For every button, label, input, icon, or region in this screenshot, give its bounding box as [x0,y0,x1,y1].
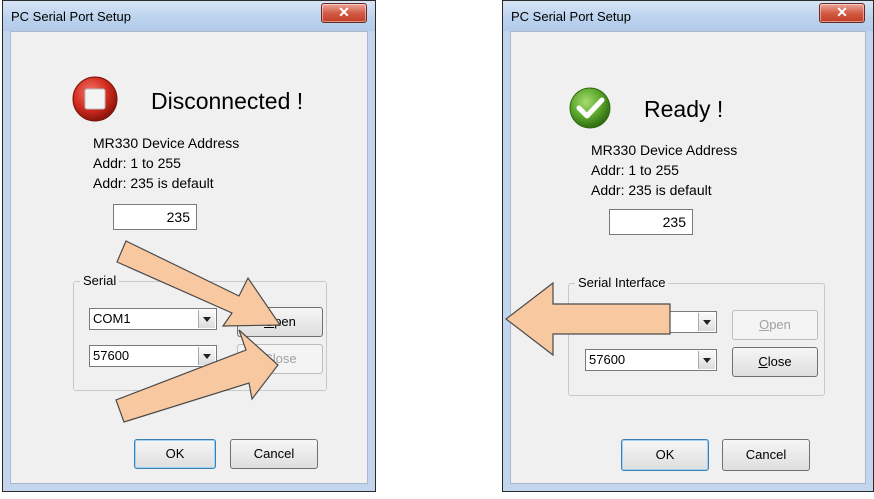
close-icon: ✕ [338,4,350,20]
cancel-button[interactable]: Cancel [230,439,318,469]
window-frame-left [3,31,10,491]
window-frame-bottom [3,484,375,491]
serial-interface-group: Serial Interface 57600 Open Close [568,275,825,396]
dialog-pc-serial-port-setup-disconnected: PC Serial Port Setup ✕ Disconnected ! MR… [2,0,376,492]
com-port-select[interactable] [585,311,717,333]
info-line: Addr: 235 is default [93,175,214,191]
check-icon [569,87,611,129]
com-port-value: COM1 [93,311,131,326]
device-address-input[interactable]: 235 [113,204,197,230]
device-address-info: MR330 Device Address Addr: 1 to 255 Addr… [591,140,737,200]
serial-interface-label: Serial Interface [575,275,669,290]
close-port-button[interactable]: Close [237,344,323,374]
close-window-button[interactable]: ✕ [321,3,367,23]
info-line: Addr: 1 to 255 [591,162,679,178]
title-bar: PC Serial Port Setup ✕ [503,1,873,31]
window-frame-right [368,31,375,491]
dialog-client-area: Ready ! MR330 Device Address Addr: 1 to … [510,31,866,484]
info-line: MR330 Device Address [93,135,240,151]
info-line: Addr: 235 is default [591,182,712,198]
window-frame-right [866,31,873,491]
baud-rate-select[interactable]: 57600 [585,349,717,371]
device-address-input[interactable]: 235 [609,209,693,235]
ok-button[interactable]: OK [134,439,216,469]
close-icon: ✕ [836,4,848,20]
serial-interface-label: Serial [80,273,120,288]
chevron-down-icon[interactable] [198,347,215,365]
window-title: PC Serial Port Setup [11,9,131,24]
title-bar: PC Serial Port Setup ✕ [3,1,375,31]
dialog-pc-serial-port-setup-ready: PC Serial Port Setup ✕ Ready ! MR330 Dev… [502,0,874,492]
info-line: Addr: 1 to 255 [93,155,181,171]
window-frame-left [503,31,510,491]
baud-rate-value: 57600 [93,348,130,363]
open-port-button[interactable]: Open [732,310,818,340]
connection-status-text: Ready ! [644,96,724,122]
close-port-button[interactable]: Close [732,347,818,377]
cancel-button[interactable]: Cancel [722,439,810,471]
close-window-button[interactable]: ✕ [819,3,865,23]
ok-button[interactable]: OK [621,439,709,471]
info-line: MR330 Device Address [591,142,738,158]
window-frame-bottom [503,484,873,491]
window-title: PC Serial Port Setup [511,9,631,24]
open-port-button[interactable]: Open [237,307,323,337]
serial-interface-group: Serial COM1 57600 Open Close [73,273,327,391]
chevron-down-icon[interactable] [698,313,715,331]
baud-rate-select[interactable]: 57600 [89,345,217,367]
baud-rate-value: 57600 [589,352,626,367]
dialog-client-area: Disconnected ! MR330 Device Address Addr… [10,31,368,484]
com-port-select[interactable]: COM1 [89,308,217,330]
connection-status-text: Disconnected ! [151,88,304,114]
stop-icon [72,76,118,122]
chevron-down-icon[interactable] [698,351,715,369]
chevron-down-icon[interactable] [198,310,215,328]
device-address-info: MR330 Device Address Addr: 1 to 255 Addr… [93,133,239,193]
